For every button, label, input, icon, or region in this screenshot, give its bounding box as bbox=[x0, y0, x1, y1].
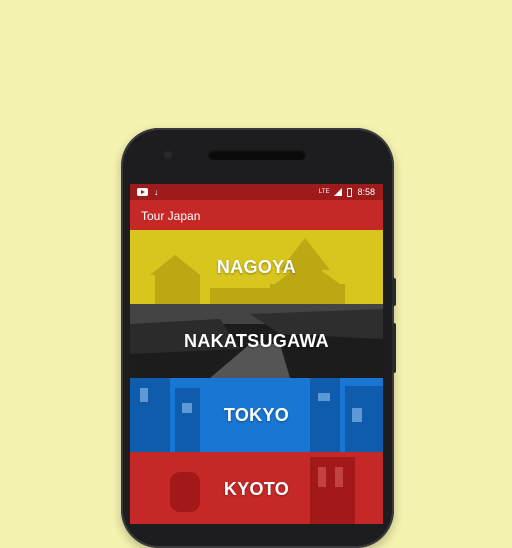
phone-screen: ↓ LTE 8:58 Tour Japan NAGOYA NAKATSUGAWA… bbox=[130, 184, 383, 524]
status-time: 8:58 bbox=[357, 187, 375, 197]
battery-icon bbox=[347, 187, 353, 197]
city-name: NAKATSUGAWA bbox=[184, 330, 329, 351]
city-name: KYOTO bbox=[223, 478, 290, 499]
city-card-kyoto[interactable]: KYOTO bbox=[130, 452, 383, 524]
network-type: LTE bbox=[318, 189, 330, 195]
download-icon: ↓ bbox=[154, 187, 159, 197]
youtube-icon bbox=[137, 188, 148, 196]
signal-icon bbox=[334, 188, 343, 196]
city-name: TOKYO bbox=[223, 404, 290, 425]
status-bar: ↓ LTE 8:58 bbox=[130, 184, 383, 200]
city-card-tokyo[interactable]: TOKYO bbox=[130, 378, 383, 452]
city-card-nakatsugawa[interactable]: NAKATSUGAWA bbox=[130, 304, 383, 378]
city-card-nagoya[interactable]: NAGOYA bbox=[130, 230, 383, 304]
app-title: Tour Japan bbox=[141, 209, 201, 223]
phone-frame: ↓ LTE 8:58 Tour Japan NAGOYA NAKATSUGAWA… bbox=[121, 128, 396, 548]
earpiece-speaker bbox=[208, 150, 306, 160]
front-camera bbox=[164, 151, 172, 159]
power-button bbox=[392, 278, 396, 306]
app-bar: Tour Japan bbox=[130, 200, 383, 230]
city-name: NAGOYA bbox=[216, 256, 297, 277]
volume-button bbox=[392, 323, 396, 373]
city-list[interactable]: NAGOYA NAKATSUGAWA TOKYO KYOTO bbox=[130, 230, 383, 524]
